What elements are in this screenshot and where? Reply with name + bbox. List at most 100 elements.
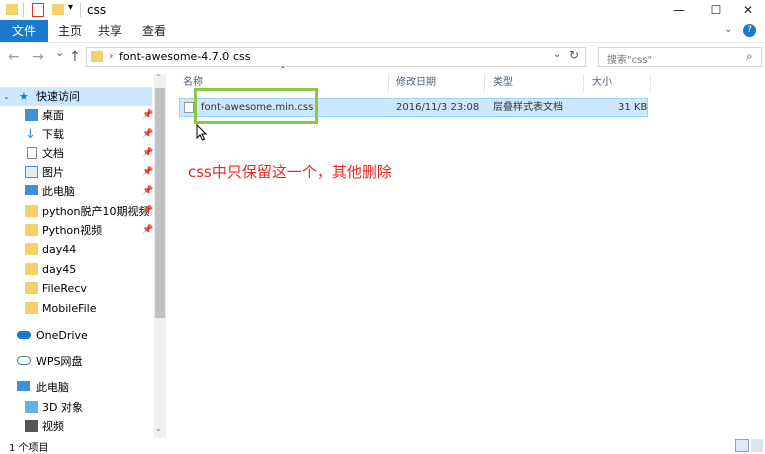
pin-icon: 📌	[142, 167, 154, 177]
pin-icon: 📌	[142, 148, 154, 158]
customize-toolbar-icon[interactable]: ▾	[68, 2, 73, 13]
video-icon	[25, 420, 38, 432]
recent-locations-button[interactable]: ⌄	[55, 46, 64, 59]
pin-icon: 📌	[142, 110, 154, 120]
ribbon-expand-icon[interactable]: ⌄	[724, 24, 732, 35]
sidebar-item-pictures[interactable]: 图片 📌	[0, 163, 154, 182]
sidebar-item-label: MobileFile	[42, 302, 97, 315]
sidebar-item-this-pc[interactable]: 此电脑	[0, 378, 152, 397]
navigation-bar: ← → ⌄ ↑ › font-awesome-4.7.0 › css ⌄ ↻ 搜…	[0, 43, 765, 71]
sidebar-item-label: 3D 对象	[42, 401, 83, 414]
help-icon[interactable]: ?	[743, 24, 756, 37]
sidebar-item-downloads[interactable]: ↓ 下载 📌	[0, 125, 154, 144]
column-divider[interactable]	[583, 74, 584, 92]
sidebar-item-label: Python视频	[42, 224, 103, 237]
file-type: 层叠样式表文档	[493, 102, 563, 113]
tab-home[interactable]: 主页	[48, 20, 92, 42]
properties-icon[interactable]	[32, 3, 44, 17]
sidebar-item-label: day44	[42, 243, 77, 256]
sidebar-item-onedrive[interactable]: OneDrive	[0, 326, 152, 345]
up-button[interactable]: ↑	[69, 49, 81, 65]
search-icon[interactable]: ⌕	[746, 49, 753, 64]
search-input[interactable]: 搜索"css"	[607, 51, 652, 66]
sidebar-item-label: OneDrive	[36, 329, 88, 342]
pin-icon: 📌	[142, 225, 154, 235]
star-icon: ★	[19, 90, 29, 103]
window-title: css	[87, 3, 107, 17]
pin-icon: 📌	[142, 129, 154, 139]
breadcrumb-separator[interactable]: ›	[109, 49, 113, 62]
computer-icon	[17, 381, 30, 391]
separator	[23, 3, 24, 17]
folder-icon	[25, 224, 38, 236]
sidebar-item-label: 文档	[42, 147, 64, 160]
sidebar-item-label: 下载	[42, 128, 64, 141]
pin-icon: 📌	[142, 186, 154, 196]
annotation-text: css中只保留这一个，其他删除	[188, 163, 392, 181]
computer-icon	[25, 185, 38, 195]
sidebar-item-documents[interactable]: 文档 📌	[0, 144, 154, 163]
document-icon	[27, 147, 37, 159]
sidebar-item-day45[interactable]: day45	[0, 260, 152, 279]
file-size: 31 KB	[618, 102, 648, 113]
scroll-down-icon[interactable]: ⌄	[155, 424, 162, 433]
sidebar-item-3d-objects[interactable]: 3D 对象	[0, 398, 152, 417]
large-icons-view-icon[interactable]	[751, 439, 763, 452]
column-divider[interactable]	[388, 74, 389, 92]
back-button[interactable]: ←	[8, 49, 20, 65]
sidebar-item-this-pc-pinned[interactable]: 此电脑 📌	[0, 182, 154, 201]
sidebar-item-desktop[interactable]: 桌面 📌	[0, 106, 154, 125]
refresh-icon[interactable]: ↻	[569, 48, 579, 62]
column-size[interactable]: 大小	[592, 72, 612, 94]
sidebar-item-label: 快速访问	[36, 90, 80, 103]
download-icon: ↓	[25, 127, 36, 142]
address-bar[interactable]: › font-awesome-4.7.0 › css ⌄ ↻	[86, 47, 586, 67]
folder-icon	[25, 243, 38, 255]
forward-button[interactable]: →	[32, 49, 44, 65]
sidebar-item-quick-access[interactable]: ⌄ ★ 快速访问	[0, 87, 152, 106]
scroll-up-icon[interactable]: ⌃	[155, 73, 162, 82]
address-dropdown-icon[interactable]: ⌄	[553, 49, 561, 60]
item-count: 1 个项目	[9, 443, 49, 454]
css-file-icon	[184, 102, 194, 113]
cursor-icon	[196, 124, 208, 141]
sidebar-item-wps[interactable]: WPS网盘	[0, 352, 152, 371]
breadcrumb-css[interactable]: css	[233, 50, 251, 63]
sidebar-item-label: 图片	[42, 166, 64, 179]
separator	[80, 3, 81, 17]
sidebar-scroll-thumb[interactable]	[155, 88, 165, 318]
tab-share[interactable]: 共享	[88, 20, 132, 42]
details-view-icon[interactable]	[735, 439, 749, 452]
status-bar: 1 个项目	[0, 438, 765, 454]
sidebar-item-label: day45	[42, 263, 77, 276]
tab-file[interactable]: 文件	[0, 20, 49, 42]
breadcrumb-font-awesome[interactable]: font-awesome-4.7.0	[119, 50, 229, 63]
folder-icon	[25, 282, 38, 294]
close-button[interactable]: ✕	[731, 0, 765, 20]
file-modified: 2016/11/3 23:08	[396, 102, 480, 113]
ribbon-tabs: 文件 主页 共享 查看 ⌄ ?	[0, 20, 765, 43]
tab-view[interactable]: 查看	[132, 20, 176, 42]
sidebar-item-label: FileRecv	[42, 282, 87, 295]
sort-arrow-icon: ⌃	[279, 66, 287, 76]
column-divider[interactable]	[650, 74, 651, 92]
breadcrumb-separator[interactable]: ›	[221, 49, 225, 62]
folder-icon	[25, 205, 38, 217]
sidebar-item-videos[interactable]: 视频	[0, 417, 152, 436]
sidebar-item-python-video[interactable]: Python视频 📌	[0, 221, 154, 240]
sidebar-item-day44[interactable]: day44	[0, 240, 152, 259]
desktop-icon	[25, 109, 38, 121]
search-box[interactable]: 搜索"css" ⌕	[598, 47, 762, 67]
sidebar-item-filerecv[interactable]: FileRecv	[0, 279, 152, 298]
maximize-button[interactable]: ☐	[699, 0, 733, 20]
new-folder-icon[interactable]	[52, 4, 64, 15]
chevron-down-icon: ⌄	[3, 92, 10, 101]
minimize-button[interactable]: —	[662, 0, 696, 20]
column-divider[interactable]	[484, 74, 485, 92]
column-modified[interactable]: 修改日期	[396, 72, 436, 94]
sidebar-item-mobilefile[interactable]: MobileFile	[0, 299, 152, 318]
column-type[interactable]: 类型	[493, 72, 513, 94]
highlight-box	[194, 88, 318, 124]
sidebar-item-python-course[interactable]: python脱产10期视频 📌	[0, 202, 153, 221]
sidebar-item-label: 桌面	[42, 109, 64, 122]
